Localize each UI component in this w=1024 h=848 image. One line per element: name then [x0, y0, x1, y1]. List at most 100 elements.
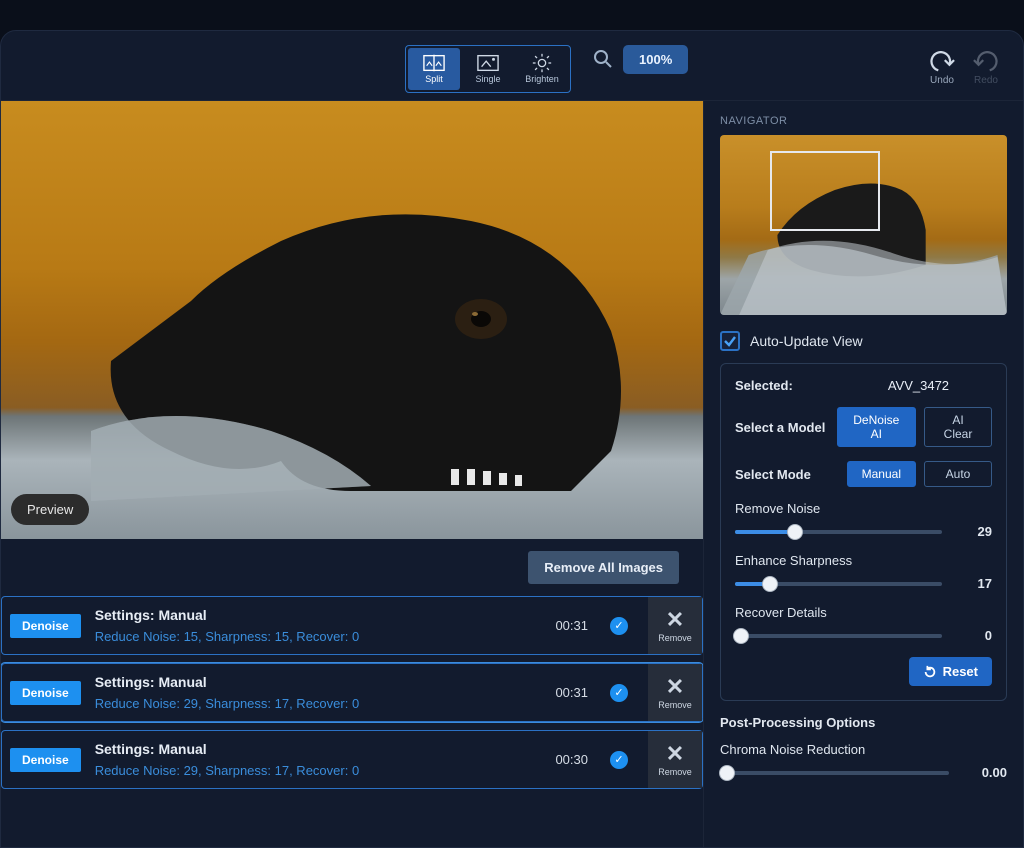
selected-row: Selected: AVV_3472 [735, 378, 992, 393]
preview-illustration [51, 131, 671, 511]
split-icon [423, 54, 445, 72]
preview-area[interactable]: Preview [1, 101, 703, 539]
queue-item-sub: Reduce Noise: 29, Sharpness: 17, Recover… [95, 696, 542, 711]
split-view-button[interactable]: Split [408, 48, 460, 90]
queue-item[interactable]: Denoise Settings: Manual Reduce Noise: 2… [1, 663, 703, 722]
zoom-icon[interactable] [593, 49, 613, 69]
queue-item-sub: Reduce Noise: 15, Sharpness: 15, Recover… [95, 629, 542, 644]
close-icon: ✕ [666, 676, 684, 698]
redo-button[interactable]: Redo [973, 51, 999, 86]
chroma-row: Chroma Noise Reduction 0.00 [720, 742, 1007, 780]
below-preview: Remove All Images [1, 539, 703, 596]
redo-label: Redo [974, 75, 998, 86]
denoise-badge: Denoise [10, 681, 81, 705]
zoom-level[interactable]: 100% [623, 45, 688, 74]
queue-item-sub: Reduce Noise: 29, Sharpness: 17, Recover… [95, 763, 542, 778]
mode-label: Select Mode [735, 467, 847, 482]
queue-item[interactable]: Denoise Settings: Manual Reduce Noise: 1… [1, 596, 703, 655]
close-icon: ✕ [666, 743, 684, 765]
split-label: Split [425, 74, 443, 84]
auto-update-row: Auto-Update View [720, 331, 1007, 351]
mode-manual-button[interactable]: Manual [847, 461, 916, 487]
auto-update-checkbox[interactable] [720, 331, 740, 351]
remove-noise-label: Remove Noise [735, 501, 992, 516]
enhance-sharpness-value: 17 [956, 576, 992, 591]
remove-noise-value: 29 [956, 524, 992, 539]
selected-value: AVV_3472 [845, 378, 992, 393]
model-segment: DeNoise AI AI Clear [837, 407, 992, 447]
queue-item-check-icon[interactable]: ✓ [610, 617, 628, 635]
brighten-icon [531, 54, 553, 72]
remove-label: Remove [658, 633, 692, 643]
chroma-value: 0.00 [963, 765, 1007, 780]
denoise-badge: Denoise [10, 614, 81, 638]
recover-details-slider[interactable] [735, 634, 942, 638]
post-processing-title: Post-Processing Options [720, 715, 1007, 730]
auto-update-label: Auto-Update View [750, 333, 863, 349]
queue-item-info: Settings: Manual Reduce Noise: 29, Sharp… [95, 674, 542, 711]
view-mode-group: Split Single Brighten [405, 45, 571, 93]
queue-item-title: Settings: Manual [95, 607, 542, 623]
selected-label: Selected: [735, 378, 845, 393]
remove-all-button[interactable]: Remove All Images [528, 551, 679, 584]
queue-item-remove-button[interactable]: ✕ Remove [648, 664, 702, 721]
recover-details-value: 0 [956, 628, 992, 643]
brighten-button[interactable]: Brighten [516, 48, 568, 90]
enhance-sharpness-label: Enhance Sharpness [735, 553, 992, 568]
left-column: Preview Remove All Images Denoise Settin… [1, 101, 703, 847]
preview-chip: Preview [11, 494, 89, 525]
model-aiclear-button[interactable]: AI Clear [924, 407, 992, 447]
remove-noise-slider[interactable] [735, 530, 942, 534]
mode-row: Select Mode Manual Auto [735, 461, 992, 487]
queue-item-remove-button[interactable]: ✕ Remove [648, 597, 702, 654]
remove-label: Remove [658, 700, 692, 710]
brighten-label: Brighten [525, 74, 559, 84]
queue-item-time: 00:30 [555, 752, 588, 767]
recover-details-label: Recover Details [735, 605, 992, 620]
app-window: Split Single Brighten [0, 30, 1024, 848]
queue-item-check-icon[interactable]: ✓ [610, 751, 628, 769]
reset-button[interactable]: Reset [909, 657, 992, 686]
undo-label: Undo [930, 75, 954, 86]
toolbar-center: Split Single Brighten [405, 45, 688, 93]
main-row: Preview Remove All Images Denoise Settin… [1, 101, 1023, 847]
denoise-badge: Denoise [10, 748, 81, 772]
settings-panel: Selected: AVV_3472 Select a Model DeNois… [720, 363, 1007, 701]
model-denoise-button[interactable]: DeNoise AI [837, 407, 916, 447]
toolbar-right: Undo Redo [929, 51, 999, 86]
chroma-label: Chroma Noise Reduction [720, 742, 1007, 757]
mode-segment: Manual Auto [847, 461, 992, 487]
queue-item[interactable]: Denoise Settings: Manual Reduce Noise: 2… [1, 730, 703, 789]
recover-details-row: Recover Details 0 [735, 605, 992, 643]
mode-auto-button[interactable]: Auto [924, 461, 992, 487]
queue-list: Denoise Settings: Manual Reduce Noise: 1… [1, 596, 703, 847]
navigator-label: NAVIGATOR [720, 115, 1007, 127]
remove-noise-row: Remove Noise 29 [735, 501, 992, 539]
enhance-sharpness-slider[interactable] [735, 582, 942, 586]
chroma-slider[interactable] [720, 771, 949, 775]
enhance-sharpness-row: Enhance Sharpness 17 [735, 553, 992, 591]
queue-item-title: Settings: Manual [95, 674, 542, 690]
undo-button[interactable]: Undo [929, 51, 955, 86]
queue-item-title: Settings: Manual [95, 741, 542, 757]
queue-item-time: 00:31 [555, 618, 588, 633]
reset-icon [923, 665, 937, 679]
single-view-button[interactable]: Single [462, 48, 514, 90]
remove-label: Remove [658, 767, 692, 777]
model-row: Select a Model DeNoise AI AI Clear [735, 407, 992, 447]
navigator-viewport[interactable] [770, 151, 880, 231]
queue-item-info: Settings: Manual Reduce Noise: 15, Sharp… [95, 607, 542, 644]
toolbar: Split Single Brighten [1, 31, 1023, 101]
single-label: Single [475, 74, 500, 84]
reset-label: Reset [943, 664, 978, 679]
preview-image [1, 101, 703, 539]
zoom-group: 100% [593, 45, 688, 74]
queue-item-remove-button[interactable]: ✕ Remove [648, 731, 702, 788]
queue-item-time: 00:31 [555, 685, 588, 700]
single-icon [477, 54, 499, 72]
right-panel: NAVIGATOR Auto-Update View Selected: [703, 101, 1023, 847]
queue-item-check-icon[interactable]: ✓ [610, 684, 628, 702]
navigator-thumbnail[interactable] [720, 135, 1007, 315]
close-icon: ✕ [666, 609, 684, 631]
queue-item-info: Settings: Manual Reduce Noise: 29, Sharp… [95, 741, 542, 778]
